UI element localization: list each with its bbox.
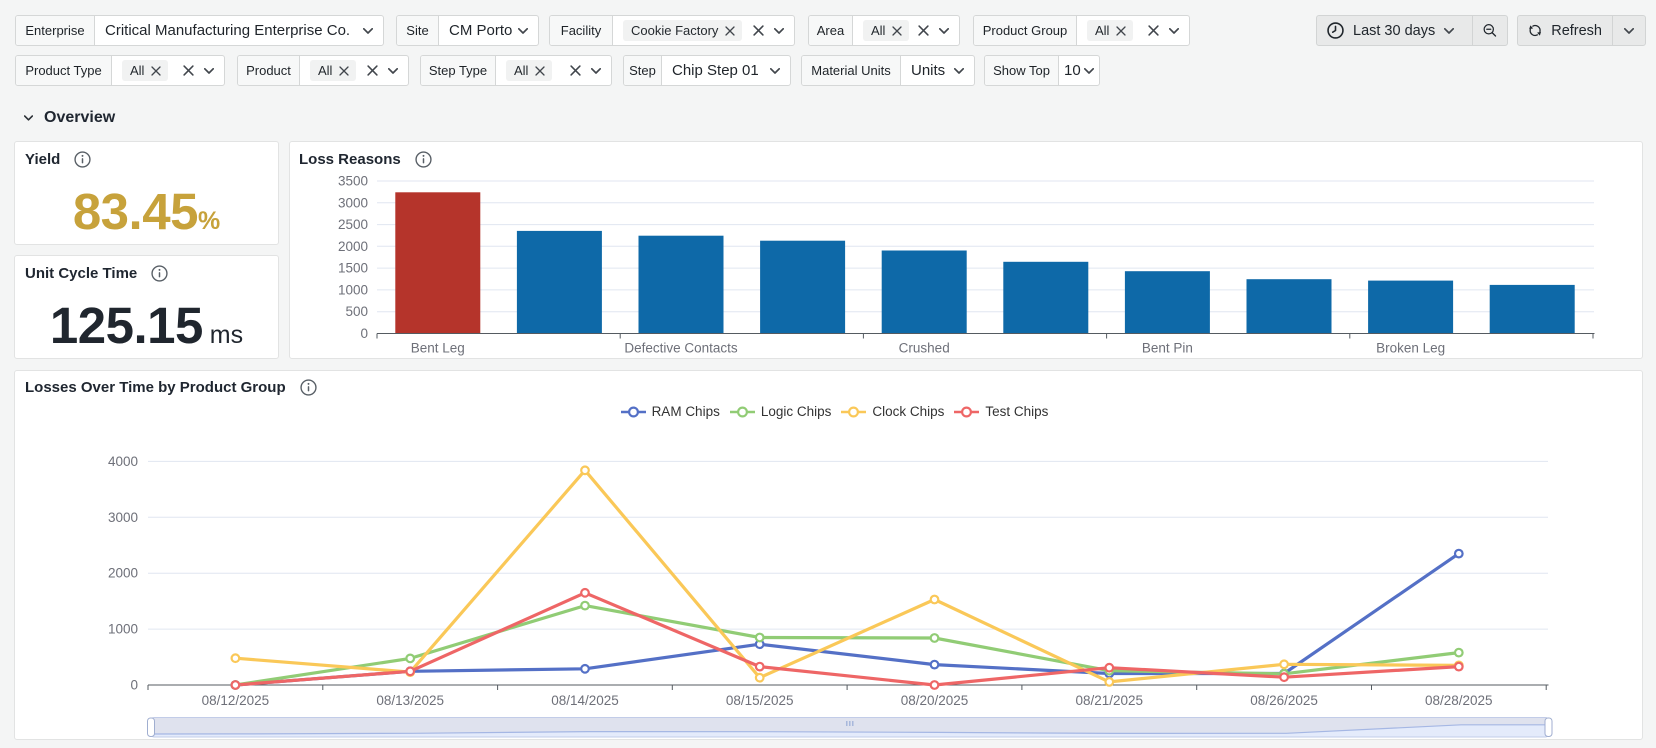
svg-text:08/26/2025: 08/26/2025 — [1250, 693, 1318, 708]
svg-text:0: 0 — [130, 678, 138, 693]
svg-text:08/13/2025: 08/13/2025 — [376, 693, 444, 708]
svg-text:08/12/2025: 08/12/2025 — [202, 693, 270, 708]
svg-text:08/14/2025: 08/14/2025 — [551, 693, 619, 708]
svg-text:08/21/2025: 08/21/2025 — [1076, 693, 1144, 708]
svg-text:08/28/2025: 08/28/2025 — [1425, 693, 1493, 708]
svg-text:3500: 3500 — [338, 174, 368, 189]
svg-text:500: 500 — [345, 304, 368, 319]
svg-text:08/15/2025: 08/15/2025 — [726, 693, 794, 708]
svg-text:4000: 4000 — [108, 454, 138, 469]
svg-text:2000: 2000 — [338, 239, 368, 254]
svg-text:1000: 1000 — [338, 282, 368, 297]
svg-text:2500: 2500 — [338, 217, 368, 232]
svg-text:2000: 2000 — [108, 566, 138, 581]
svg-text:0: 0 — [360, 326, 368, 341]
svg-text:1500: 1500 — [338, 261, 368, 276]
svg-text:3000: 3000 — [338, 195, 368, 210]
svg-text:3000: 3000 — [108, 510, 138, 525]
svg-text:1000: 1000 — [108, 622, 138, 637]
svg-text:Defective Contacts: Defective Contacts — [624, 341, 738, 356]
svg-text:08/20/2025: 08/20/2025 — [901, 693, 969, 708]
svg-text:Bent Pin: Bent Pin — [1142, 341, 1193, 356]
svg-text:Broken Leg: Broken Leg — [1376, 341, 1445, 356]
svg-text:Crushed: Crushed — [899, 341, 950, 356]
svg-text:Bent Leg: Bent Leg — [411, 341, 465, 356]
